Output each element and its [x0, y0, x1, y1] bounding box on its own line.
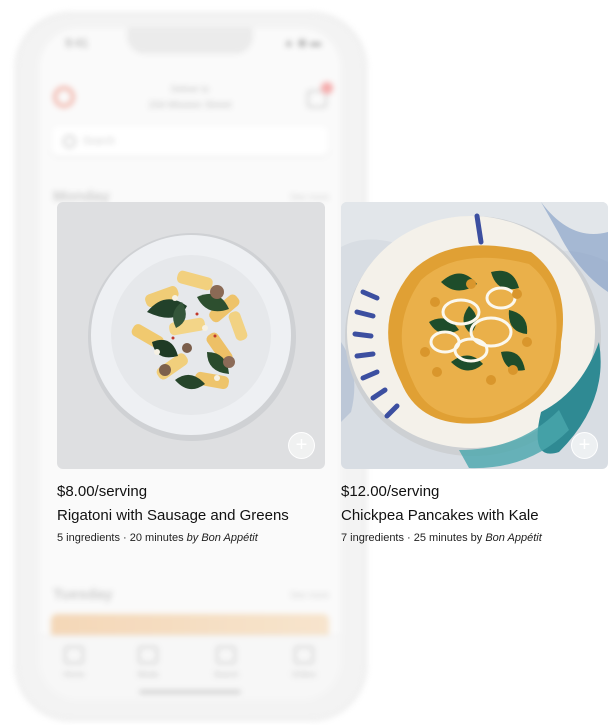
tab-orders[interactable]: Orders — [279, 646, 329, 679]
recipe-meta: 7 ingredients · 25 minutes by Bon Appéti… — [341, 532, 608, 544]
meals-tab-icon — [138, 646, 158, 664]
recipe-meta: 5 ingredients · 20 minutes by Bon Appéti… — [57, 532, 325, 544]
tab-label: Search — [213, 670, 239, 679]
tab-bar: Home Meals Search Orders — [39, 635, 341, 700]
tab-label: Meals — [137, 670, 159, 679]
add-to-plan-button[interactable]: + — [288, 432, 315, 459]
add-to-plan-button[interactable]: + — [571, 432, 598, 459]
tab-home[interactable]: Home — [49, 646, 99, 679]
recipe-source: Bon Appétit — [485, 532, 542, 544]
search-placeholder: Search — [83, 136, 115, 147]
tab-label: Home — [63, 670, 85, 679]
home-tab-icon — [64, 646, 84, 664]
recipe-card[interactable]: + $12.00/serving Chickpea Pancakes with … — [341, 202, 608, 544]
tab-meals[interactable]: Meals — [123, 646, 173, 679]
day-heading-tuesday: Tuesday — [53, 586, 113, 603]
recipe-meta-details: 5 ingredients · 20 minutes — [57, 532, 187, 544]
see-more-link[interactable]: See more — [290, 192, 329, 202]
recipe-price: $12.00/serving — [341, 483, 440, 500]
recipe-title[interactable]: Rigatoni with Sausage and Greens — [57, 507, 325, 524]
tab-label: Orders — [291, 670, 317, 679]
recipe-image[interactable]: + — [57, 202, 325, 469]
see-more-link[interactable]: See more — [290, 590, 329, 600]
recipe-meta-details: 7 ingredients · 25 minutes by — [341, 532, 486, 544]
recipe-card[interactable]: + $8.00/serving Rigatoni with Sausage an… — [57, 202, 325, 544]
recipe-meta-by: by — [186, 532, 199, 544]
status-icons: ▲ ◉ ▬ — [283, 37, 321, 49]
cart-badge — [321, 82, 333, 94]
status-time: 9:41 — [65, 36, 89, 50]
recipe-price: $8.00/serving — [57, 483, 148, 500]
orders-tab-icon — [294, 646, 314, 664]
search-tab-icon — [216, 646, 236, 664]
phone-notch — [127, 28, 253, 54]
search-icon — [63, 135, 76, 148]
deliver-address[interactable]: 234 Mission Street — [39, 100, 341, 111]
recipe-title[interactable]: Chickpea Pancakes with Kale — [341, 507, 608, 524]
rigatoni-plate-image — [57, 202, 325, 469]
search-input[interactable]: Search — [51, 126, 329, 156]
tab-search[interactable]: Search — [201, 646, 251, 679]
deliver-label: Deliver to — [170, 84, 209, 94]
recipe-source: Bon Appétit — [201, 532, 258, 544]
home-indicator — [139, 690, 241, 694]
chickpea-pancake-image — [341, 202, 608, 469]
recipe-image[interactable]: + — [341, 202, 608, 469]
